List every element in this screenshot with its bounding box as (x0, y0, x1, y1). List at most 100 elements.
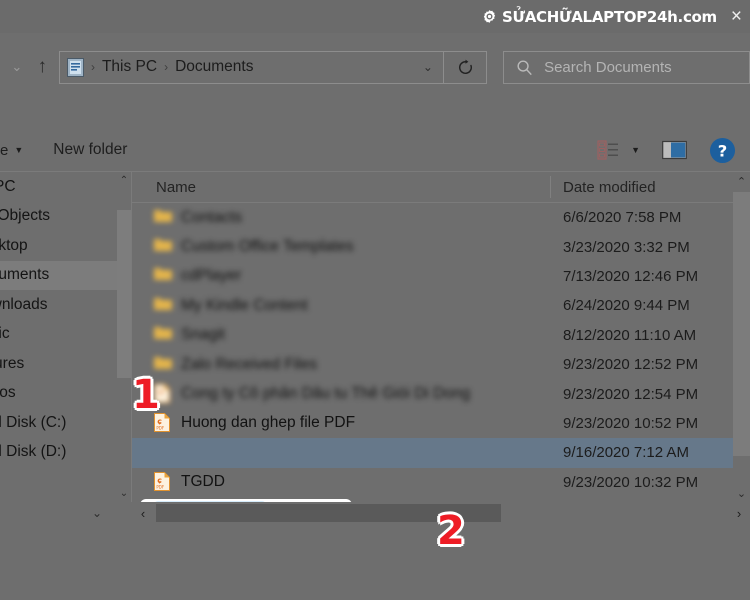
file-date-cell: 9/23/2020 12:54 PM (563, 385, 699, 403)
table-row[interactable]: Custom Office Templates 3/23/2020 3:32 P… (132, 232, 750, 261)
hscroll-left-icon[interactable]: ‹ (132, 502, 154, 524)
new-folder-button[interactable]: New folder (53, 141, 127, 159)
annotation-marker-2: 2 (437, 508, 465, 554)
table-row[interactable]: Zalo Received Files 9/23/2020 12:52 PM (132, 350, 750, 379)
search-box[interactable]: Search Documents (503, 50, 750, 84)
address-bar[interactable]: › This PC › Documents ⌄ (58, 50, 444, 84)
sidebar-scroll-up-icon[interactable]: ⌃ (117, 172, 131, 189)
file-name-label: Snagit (181, 326, 225, 344)
sidebar-item-downloads[interactable]: ownloads (0, 290, 131, 320)
folder-icon (154, 325, 172, 345)
sidebar-item-local-disk-c[interactable]: cal Disk (C:) (0, 408, 131, 438)
search-icon (516, 59, 533, 76)
sidebar-item-music[interactable]: usic (0, 320, 131, 350)
table-row[interactable]: ɕ Cong ty Cô phân Dâu tu Thê Giói Di Don… (132, 379, 750, 408)
view-list-icon[interactable] (597, 140, 619, 160)
sidebar-item-desktop[interactable]: esktop (0, 231, 131, 261)
close-icon[interactable]: × (731, 7, 742, 26)
refresh-button[interactable] (443, 50, 488, 84)
folder-icon (154, 208, 172, 228)
table-row[interactable]: ɕ PDF Huong dan ghep file PDF 9/23/2020 … (132, 409, 750, 438)
file-name-label: Custom Office Templates (181, 238, 354, 256)
sidebar-item-label: cal Disk (D:) (0, 443, 67, 461)
up-arrow-icon[interactable]: ↑ (28, 56, 57, 78)
file-name-cell: Contacts (132, 208, 550, 228)
file-date-cell: 6/24/2020 9:44 PM (563, 297, 690, 315)
address-dropdown-icon[interactable]: ⌄ (423, 60, 433, 74)
preview-pane-icon[interactable] (662, 140, 687, 160)
folder-icon (154, 296, 172, 316)
breadcrumb-separator: › (164, 60, 169, 74)
pdf-file-icon: ɕ PDF (154, 472, 172, 492)
dialog-footer: File name: NLX-MW2 Common Files (*.pdf *… (0, 525, 750, 600)
search-input[interactable]: Search Documents (544, 59, 672, 76)
sidebar-item-label: ownloads (0, 295, 48, 313)
file-name-label: cdPlayer (181, 267, 242, 285)
file-date-cell: 3/23/2020 3:32 PM (563, 238, 690, 256)
breadcrumb-documents[interactable]: Documents (175, 58, 253, 76)
toolbar: e ▼ New folder ▼ ? (0, 129, 750, 171)
sidebar-scroll-down-arrow[interactable]: ⌄ (88, 503, 106, 523)
sidebar: s PC D Objects esktop ocuments ownloads … (0, 172, 131, 502)
file-name-cell: ɕ PDF Huong dan ghep file PDF (132, 413, 550, 433)
sidebar-item-3d-objects[interactable]: D Objects (0, 202, 131, 232)
sidebar-scroll-thumb[interactable] (117, 210, 131, 378)
file-name-cell: ɕ PDF TGDD (132, 472, 550, 492)
watermark-logo: SỬACHỮALAPTOP24h.com (482, 8, 717, 26)
watermark-text: SỬACHỮALAPTOP24h.com (502, 7, 717, 26)
annotation-marker-1: 1 (132, 372, 160, 418)
svg-text:?: ? (718, 141, 728, 160)
breadcrumb-this-pc[interactable]: This PC (102, 58, 157, 76)
file-date-cell: 7/13/2020 12:46 PM (563, 267, 699, 285)
toolbar-right-group: ▼ ? (597, 137, 750, 164)
chevron-down-icon: ▼ (14, 145, 24, 155)
file-list-pane: Name Date modified Contacts 6/6/2020 7:5… (132, 172, 750, 502)
file-name-cell: Snagit (132, 325, 550, 345)
help-button[interactable]: ? (709, 137, 736, 164)
file-name-label: My Kindle Content (181, 296, 308, 314)
file-date-cell: 9/23/2020 10:32 PM (563, 473, 699, 491)
selected-file-name-chip[interactable]: ɕ PDF NLX-MW2 (140, 499, 352, 502)
sidebar-scrollbar[interactable]: ⌃ ⌄ (117, 172, 131, 502)
folder-icon (154, 237, 172, 257)
file-name-label: Cong ty Cô phân Dâu tu Thê Giói Di Dong (181, 385, 471, 403)
file-date-cell: 9/16/2020 7:12 AM (563, 444, 689, 462)
file-name-cell: ɕ Cong ty Cô phân Dâu tu Thê Giói Di Don… (132, 384, 550, 404)
sidebar-item-pictures[interactable]: ctures (0, 349, 131, 379)
table-row[interactable]: My Kindle Content 6/24/2020 9:44 PM (132, 291, 750, 320)
sidebar-scroll-down-icon[interactable]: ⌄ (117, 485, 131, 502)
folder-icon (154, 266, 172, 286)
sidebar-item-label: cal Disk (C:) (0, 413, 67, 431)
hscroll-right-icon[interactable]: › (728, 502, 750, 524)
file-date-cell: 9/23/2020 12:52 PM (563, 356, 699, 374)
column-header-date-modified[interactable]: Date modified (551, 179, 656, 196)
sidebar-item-label: deos (0, 384, 16, 402)
sidebar-item-documents[interactable]: ocuments (0, 260, 131, 290)
table-row[interactable]: cdPlayer 7/13/2020 12:46 PM (132, 262, 750, 291)
breadcrumb-separator: › (90, 60, 95, 74)
file-rows: Contacts 6/6/2020 7:58 PM Custom Office … (132, 203, 750, 502)
scroll-up-icon[interactable]: ⌃ (733, 172, 750, 190)
scroll-down-icon[interactable]: ⌄ (733, 484, 750, 502)
table-row[interactable]: ɕ PDF TGDD 9/23/2020 10:32 PM (132, 468, 750, 497)
sidebar-item-label: ctures (0, 354, 25, 372)
file-date-cell: 8/12/2020 11:10 AM (563, 326, 697, 344)
organize-label: e (0, 141, 9, 159)
sidebar-item-videos[interactable]: deos (0, 379, 131, 409)
file-list-scrollbar[interactable]: ⌃ ⌄ (733, 172, 750, 502)
back-chevron-icon[interactable]: ⌄ (6, 59, 28, 75)
refresh-icon (458, 59, 472, 74)
svg-text:PDF: PDF (156, 426, 164, 431)
column-header-name[interactable]: Name (132, 179, 550, 196)
organize-button[interactable]: e ▼ (0, 142, 23, 159)
view-dropdown-icon[interactable]: ▼ (631, 145, 640, 155)
file-name-cell: Zalo Received Files (132, 355, 550, 375)
table-row-selected[interactable]: 9/16/2020 7:12 AM (132, 438, 750, 468)
table-row[interactable]: Contacts 6/6/2020 7:58 PM (132, 203, 750, 232)
file-name-cell: My Kindle Content (132, 296, 550, 316)
table-row[interactable]: Snagit 8/12/2020 11:10 AM (132, 321, 750, 350)
file-list-scroll-thumb[interactable] (733, 192, 750, 456)
sidebar-item-this-pc[interactable]: s PC (0, 172, 131, 202)
sidebar-item-local-disk-d[interactable]: cal Disk (D:) (0, 438, 131, 468)
file-name-label: Zalo Received Files (181, 355, 318, 373)
